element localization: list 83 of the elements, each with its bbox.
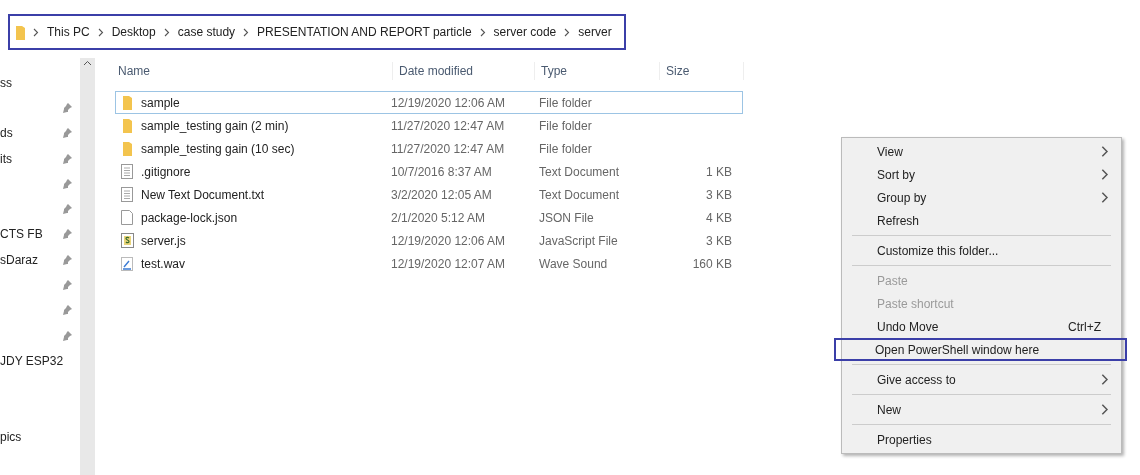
file-name: sample_testing gain (2 min) <box>140 117 290 135</box>
file-type: File folder <box>539 140 593 158</box>
date-modified: 3/2/2020 12:05 AM <box>391 186 493 204</box>
file-name: sample_testing gain (10 sec) <box>140 140 296 158</box>
date-modified: 11/27/2020 12:47 AM <box>391 140 506 158</box>
file-type: Wave Sound <box>539 255 609 273</box>
file-name: test.wav <box>140 255 186 273</box>
scroll-up-icon[interactable] <box>83 60 92 66</box>
text-document-icon <box>121 164 133 179</box>
file-type: File folder <box>539 117 593 135</box>
folder-icon <box>122 95 132 110</box>
file-row[interactable]: server.js 12/19/2020 12:06 AM JavaScript File 3 KB <box>115 229 743 252</box>
file-row[interactable]: test.wav 12/19/2020 12:07 AM Wave Sound 160 KB <box>115 252 743 275</box>
date-modified: 11/27/2020 12:47 AM <box>391 117 506 135</box>
script-file-icon <box>120 233 134 248</box>
text-document-icon <box>121 187 133 202</box>
file-name: .gitignore <box>140 163 192 181</box>
menu-item[interactable]: Open PowerShell window here <box>834 338 1127 361</box>
sidebar-item[interactable]: pics <box>0 427 22 446</box>
chevron-right-icon <box>564 27 571 37</box>
file-type: JavaScript File <box>539 232 619 250</box>
menu-item[interactable]: New <box>842 398 1121 421</box>
date-modified: 12/19/2020 12:06 AM <box>391 232 507 250</box>
chevron-right-icon <box>243 27 250 37</box>
breadcrumb-segment[interactable]: server <box>578 23 612 41</box>
menu-item[interactable]: Give access to <box>842 368 1121 391</box>
breadcrumb-segment[interactable]: PRESENTATION AND REPORT particle <box>257 23 472 41</box>
column-header[interactable]: Type <box>534 62 659 80</box>
breadcrumb-segment[interactable]: case study <box>177 23 236 41</box>
file-name: server.js <box>140 232 187 250</box>
file-size: 1 KB <box>706 163 732 181</box>
shortcut-label: Ctrl+Z <box>1068 318 1102 336</box>
folder-icon <box>122 141 132 156</box>
breadcrumb-segment[interactable]: This PC <box>47 23 90 41</box>
blank-file-icon <box>121 210 133 225</box>
sidebar-item[interactable]: ds <box>0 124 13 143</box>
date-modified: 2/1/2020 5:12 AM <box>391 209 487 227</box>
folder-icon <box>16 24 25 40</box>
chevron-right-icon <box>33 27 39 37</box>
menu-item[interactable]: View <box>842 140 1121 163</box>
file-name: package-lock.json <box>140 209 239 227</box>
menu-item[interactable]: Customize this folder... <box>842 239 1121 262</box>
file-name: New Text Document.txt <box>140 186 266 204</box>
file-size: 4 KB <box>706 209 732 227</box>
chevron-right-icon <box>163 27 170 37</box>
date-modified: 10/7/2016 8:37 AM <box>391 163 493 181</box>
chevron-right-icon <box>97 27 104 37</box>
file-row[interactable]: sample_testing gain (2 min) 11/27/2020 12:47 AM File folder <box>115 114 743 137</box>
file-size: 160 KB <box>692 255 732 273</box>
menu-item[interactable]: Sort by <box>842 163 1121 186</box>
file-size: 3 KB <box>706 186 732 204</box>
folder-icon <box>122 118 132 133</box>
file-row[interactable]: .gitignore 10/7/2016 8:37 AM Text Document 1 KB <box>115 160 743 183</box>
file-row[interactable]: package-lock.json 2/1/2020 5:12 AM JSON File 4 KB <box>115 206 743 229</box>
audio-file-icon <box>121 256 133 271</box>
column-header[interactable]: Date modified <box>392 62 534 80</box>
file-type: Text Document <box>539 186 621 204</box>
sidebar-item[interactable]: its <box>0 149 12 168</box>
sidebar-item[interactable]: ss <box>0 73 12 92</box>
file-row[interactable]: sample_testing gain (10 sec) 11/27/2020 12:47 AM File folder <box>115 137 743 160</box>
date-modified: 12/19/2020 12:06 AM <box>391 94 507 112</box>
sidebar-item[interactable]: sDaraz <box>0 250 38 269</box>
file-name: sample <box>140 94 181 112</box>
file-row[interactable]: sample 12/19/2020 12:06 AM File folder <box>115 91 743 114</box>
file-type: File folder <box>539 94 593 112</box>
file-type: JSON File <box>539 209 595 227</box>
menu-item[interactable]: Undo Move Ctrl+Z <box>842 315 1121 338</box>
file-size: 3 KB <box>706 232 732 250</box>
menu-item[interactable]: Group by <box>842 186 1121 209</box>
column-header[interactable]: Size <box>659 62 744 80</box>
breadcrumb-segment[interactable]: server code <box>493 23 557 41</box>
breadcrumb-segment[interactable]: Desktop <box>111 23 156 41</box>
scrollbar[interactable] <box>80 58 95 475</box>
date-modified: 12/19/2020 12:07 AM <box>391 255 507 273</box>
file-type: Text Document <box>539 163 621 181</box>
file-row[interactable]: New Text Document.txt 3/2/2020 12:05 AM Text Document 3 KB <box>115 183 743 206</box>
sidebar-item[interactable]: CTS FB <box>0 225 43 244</box>
menu-item[interactable]: Properties <box>842 428 1121 451</box>
column-header[interactable]: Name <box>112 62 392 80</box>
chevron-right-icon <box>479 27 486 37</box>
address-bar[interactable]: This PC Desktop case study PRESENTATION AND REPORT particle server code server <box>8 14 626 50</box>
sidebar-item[interactable]: JDY ESP32 <box>0 351 64 370</box>
menu-item[interactable]: Refresh <box>842 209 1121 232</box>
